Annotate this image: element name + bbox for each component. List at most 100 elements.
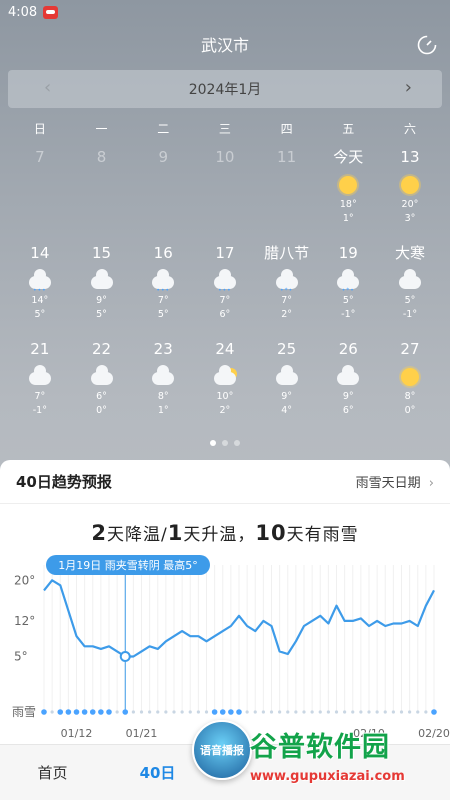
dry-day-marker — [278, 710, 282, 714]
low-temp: 6° — [219, 309, 231, 320]
y-tick-label: 5° — [14, 650, 28, 664]
sunny-icon — [335, 174, 361, 196]
calendar-day[interactable]: 11 — [256, 145, 318, 241]
high-temp: 9° — [281, 391, 292, 402]
calendar-day[interactable]: 27 8° 0° — [379, 337, 441, 433]
calendar-day[interactable]: 15 9° 5° — [71, 241, 133, 337]
sleet-icon: •*• — [274, 269, 300, 294]
high-temp: 8° — [157, 391, 169, 402]
dry-day-marker — [286, 710, 290, 714]
weekday-label: 三 — [218, 122, 231, 136]
calendar-day[interactable]: 16 ••• 7° 5° — [132, 241, 194, 337]
calendar-day[interactable]: 17 ••• 7° 6° — [194, 241, 256, 337]
voice-broadcast-button[interactable]: 语音播报 — [192, 720, 252, 780]
low-temp: 4° — [281, 405, 292, 416]
cloudy-icon — [89, 365, 115, 388]
rain-snow-marker — [236, 709, 242, 715]
watermark-title: 谷普软件园 — [250, 732, 390, 763]
page-indicator — [0, 440, 450, 446]
calendar-day[interactable]: 14 ••• 14° 5° — [9, 241, 71, 337]
day-label: 23 — [153, 340, 173, 358]
calendar-day[interactable]: 22 6° 0° — [71, 337, 133, 433]
rain-snow-marker — [106, 709, 112, 715]
day-label: 13 — [400, 148, 420, 166]
calendar-day[interactable]: 23 8° 1° — [132, 337, 194, 433]
sleet-icon: •*• — [335, 269, 361, 294]
dry-day-marker — [164, 710, 168, 714]
rain-days-text: 天有雨雪 — [286, 525, 359, 545]
calendar-day[interactable]: 21 7° -1° — [9, 337, 71, 433]
weekday-label: 六 — [403, 122, 416, 136]
day-label: 11 — [277, 148, 297, 166]
refresh-icon[interactable] — [416, 34, 438, 56]
rain-snow-marker — [65, 709, 72, 715]
x-tick-label: 01/21 — [126, 727, 158, 740]
calendar-day[interactable]: 7 — [9, 145, 71, 241]
high-temp: 5° — [342, 295, 354, 306]
high-temp: 20° — [401, 199, 419, 210]
sunny-icon — [397, 366, 423, 388]
nav-home[interactable]: 首页 — [0, 762, 105, 783]
rain-snow-dates-link[interactable]: 雨雪天日期 › — [356, 472, 434, 491]
calendar-day[interactable]: 13 20° 3° — [379, 145, 441, 241]
page-dot[interactable] — [234, 440, 240, 446]
day-label: 27 — [400, 340, 420, 358]
day-label: 24 — [215, 340, 235, 358]
calendar-day[interactable]: 今天 18° 1° — [317, 145, 379, 241]
dry-day-marker — [399, 710, 404, 714]
dry-day-marker — [302, 710, 306, 714]
dry-day-marker — [148, 710, 152, 714]
low-temp: 3° — [404, 213, 416, 224]
prev-month-button[interactable]: ‹ — [44, 78, 51, 98]
calendar-day[interactable]: 26 9° 6° — [317, 337, 379, 433]
calendar-day[interactable]: 腊八节 •*• 7° 2° — [256, 241, 318, 337]
high-temp: 7° — [157, 295, 169, 306]
rain-snow-marker — [211, 709, 218, 715]
temperature-trend-chart[interactable]: 20°12°5°1月19日 雨夹雪转阴 最高5°雨雪01/12 01/21 02/1… — [0, 555, 450, 745]
low-temp: 5° — [96, 309, 107, 320]
rain-snow-row-label: 雨雪 — [12, 705, 36, 719]
rain-snow-marker — [41, 709, 47, 715]
calendar-day[interactable]: 25 9° 4° — [256, 337, 318, 433]
weekday-label: 日 — [33, 122, 46, 136]
y-tick-label: 20° — [14, 573, 35, 587]
dry-day-marker — [131, 710, 135, 714]
next-month-button[interactable]: › — [405, 78, 412, 98]
city-title[interactable]: 武汉市 — [201, 36, 249, 55]
rain-snow-marker — [228, 709, 234, 715]
cloudy-icon — [335, 365, 361, 388]
calendar-day[interactable]: 19 •*• 5° -1° — [317, 241, 379, 337]
high-temp: 6° — [96, 391, 107, 402]
nav-40-day[interactable]: 40日 — [105, 762, 210, 783]
dry-day-marker — [375, 710, 379, 714]
dry-day-marker — [416, 710, 420, 714]
calendar-day[interactable]: 大寒 5° -1° — [379, 241, 441, 337]
day-label: 8 — [96, 148, 107, 166]
calendar-day[interactable]: 24 10° 2° — [194, 337, 256, 433]
trend-panel-header: 40日趋势预报 雨雪天日期 › — [0, 460, 450, 504]
cool-days-text: 天降温/ — [107, 525, 168, 545]
low-temp: 2° — [281, 309, 292, 320]
day-label: 10 — [215, 148, 235, 166]
tooltip-text: 1月19日 雨夹雪转阴 最高5° — [58, 558, 198, 572]
high-temp: 7° — [219, 295, 231, 306]
chevron-right-icon: › — [428, 476, 434, 491]
rain-snow-marker — [89, 709, 96, 715]
weekday-label: 二 — [157, 122, 170, 136]
day-label: 15 — [91, 244, 112, 262]
calendar-day[interactable]: 8 — [71, 145, 133, 241]
dry-day-marker — [115, 710, 119, 714]
calendar-day[interactable]: 10 — [194, 145, 256, 241]
low-temp: 5° — [157, 309, 169, 320]
rain-snow-marker — [73, 709, 80, 715]
status-time: 4:08 — [8, 4, 38, 20]
page-dot[interactable] — [222, 440, 228, 446]
sunny-icon — [397, 174, 423, 196]
cloudy-icon — [27, 365, 53, 388]
page-dot-active[interactable] — [210, 440, 216, 446]
high-temp: 8° — [404, 391, 416, 402]
weekday-label: 一 — [95, 122, 108, 136]
low-temp: 6° — [342, 405, 354, 416]
calendar-day[interactable]: 9 — [132, 145, 194, 241]
rain-snow-marker — [98, 709, 104, 715]
